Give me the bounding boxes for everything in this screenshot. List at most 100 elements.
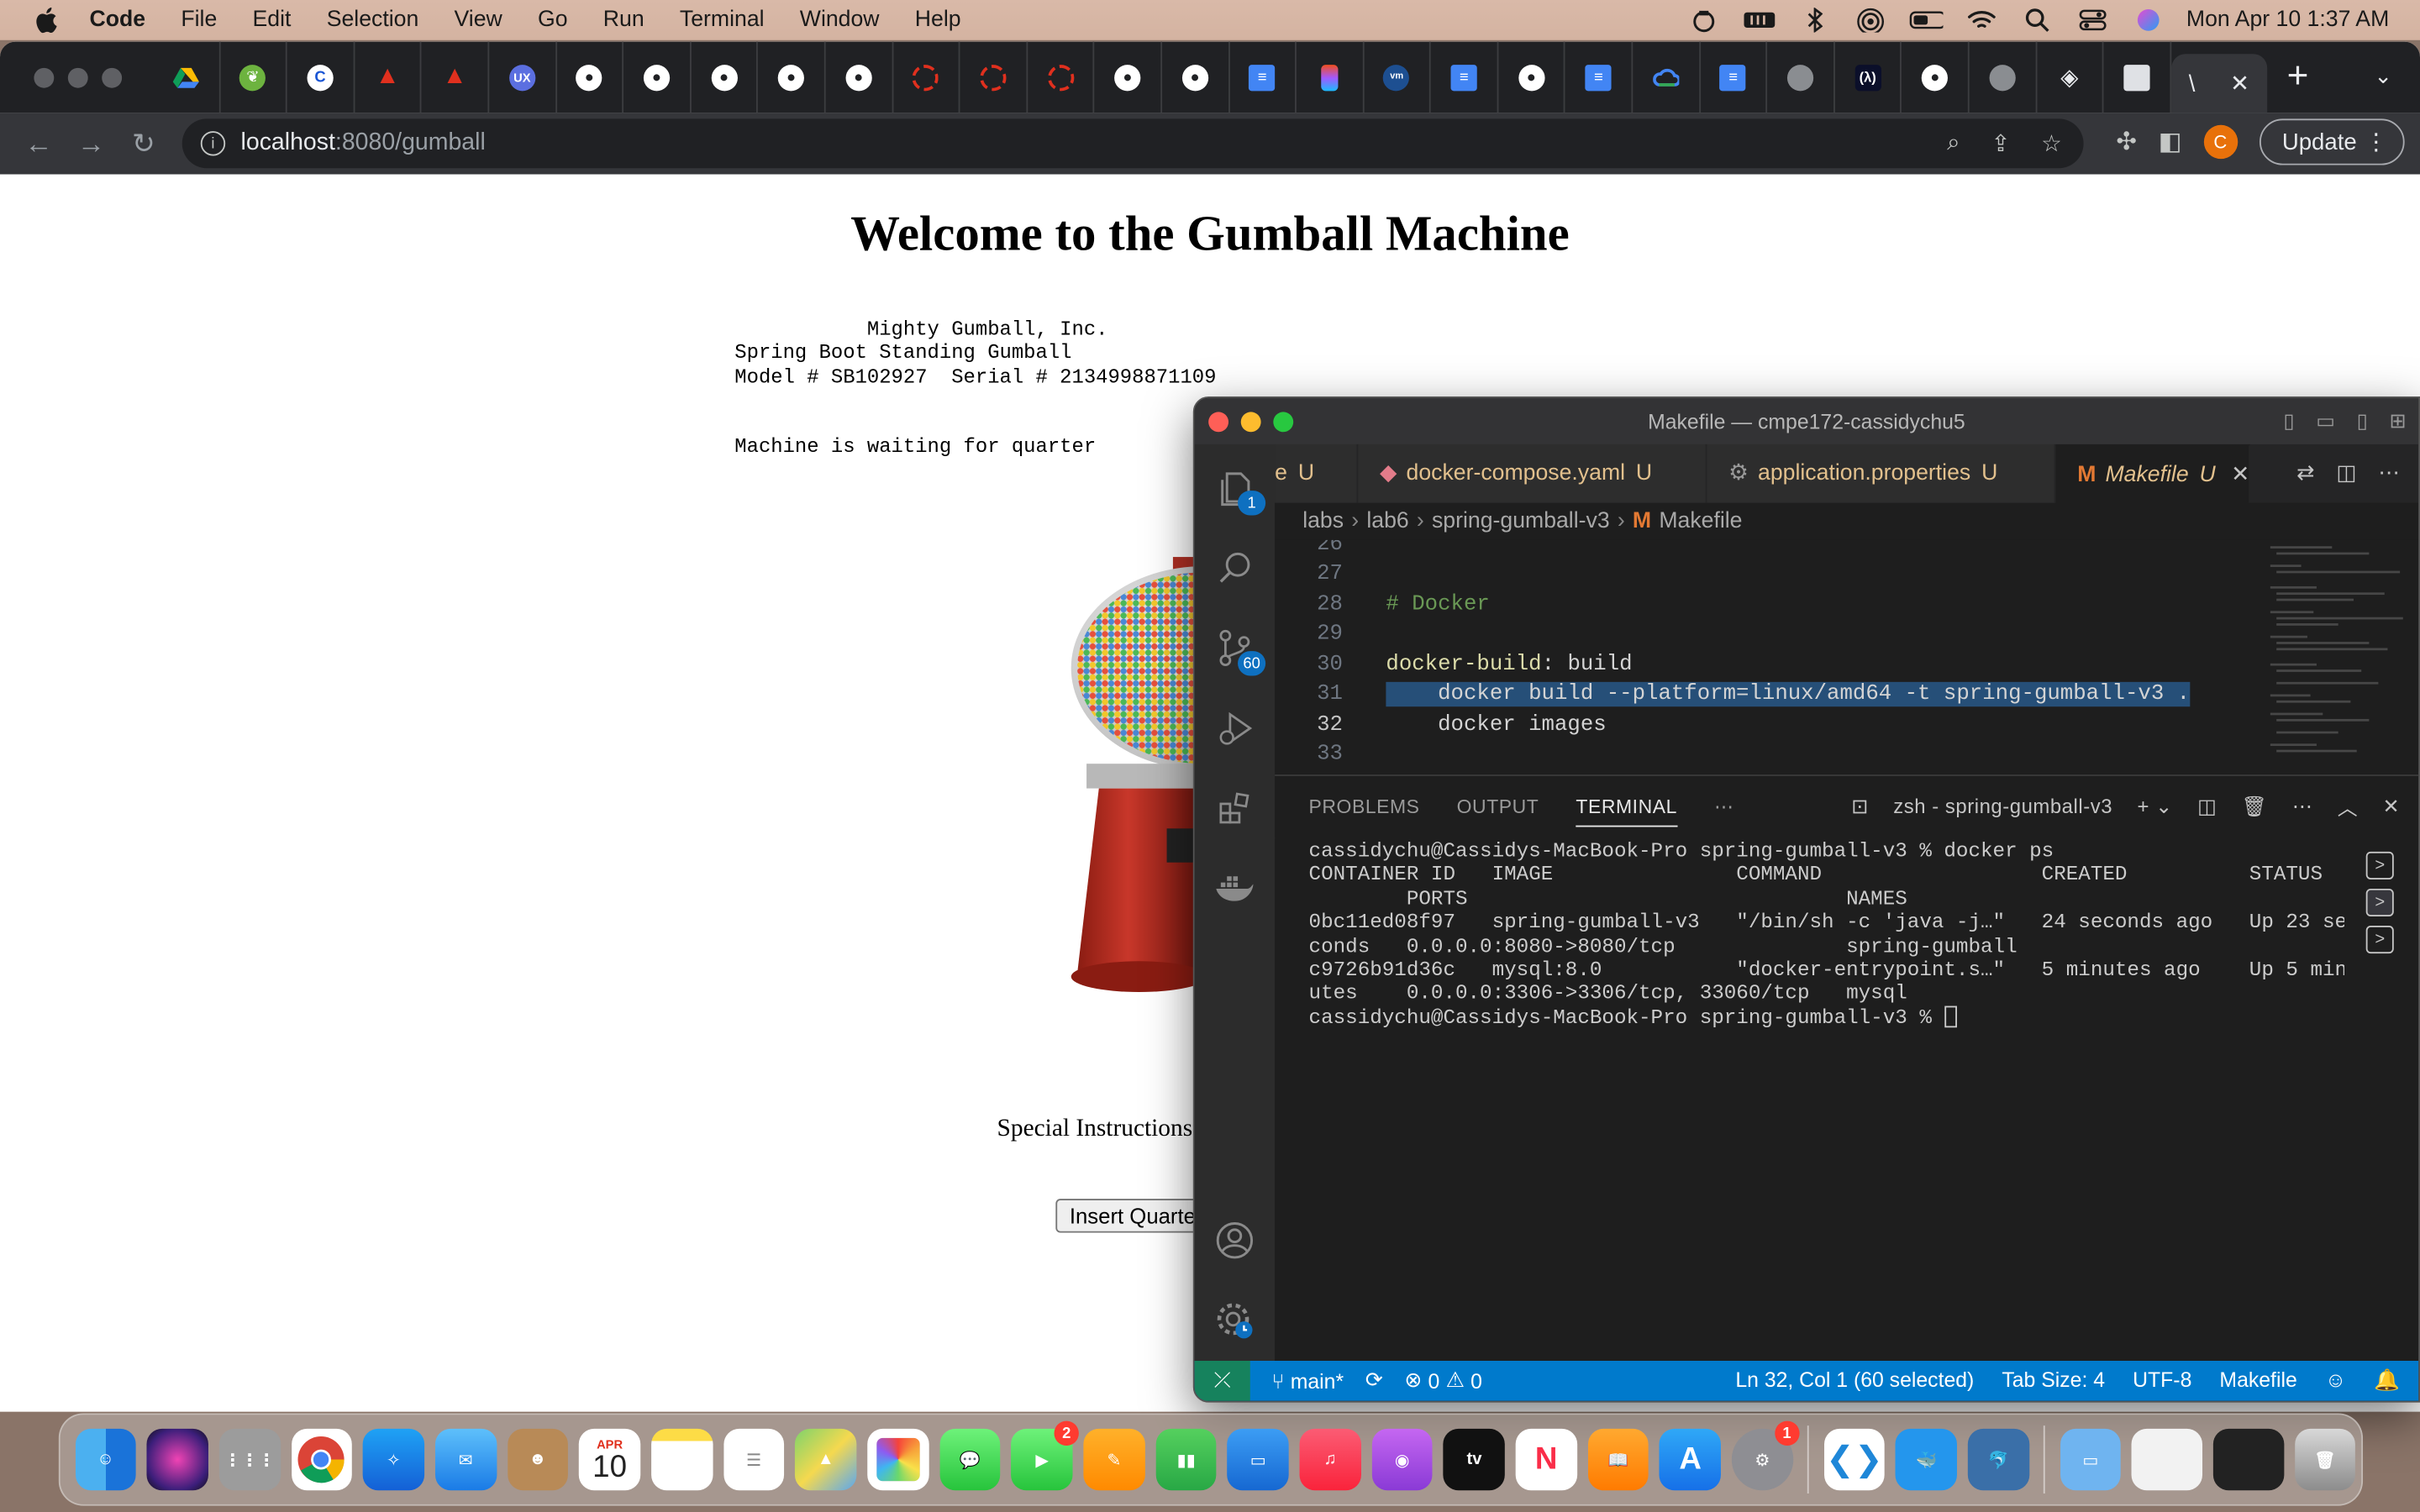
terminal-name[interactable]: zsh - spring-gumball-v3 — [1893, 795, 2112, 818]
tab-docs-2[interactable]: ≡ — [1431, 41, 1499, 113]
tab-github-4[interactable]: ● — [758, 41, 826, 113]
tab-asterisk-1[interactable] — [893, 41, 960, 113]
side-panel-icon[interactable]: ◧ — [2159, 127, 2182, 158]
cursor-position[interactable]: Ln 32, Col 1 (60 selected) — [1735, 1368, 1974, 1393]
extensions-icon[interactable] — [1213, 787, 1256, 830]
tab-github-6[interactable]: ● — [1095, 41, 1162, 113]
menu-edit[interactable]: Edit — [253, 8, 292, 32]
tab-ux[interactable]: UX — [489, 41, 557, 113]
menu-go[interactable]: Go — [538, 8, 568, 32]
pages-icon[interactable]: ✎ — [1083, 1428, 1145, 1491]
tab-globe-1[interactable] — [1768, 41, 1835, 113]
split-terminal-icon[interactable]: ◫ — [2197, 794, 2217, 818]
menubar-clock[interactable]: Mon Apr 10 1:37 AM — [2186, 8, 2389, 32]
zoom-window-button[interactable] — [102, 66, 123, 87]
tab-application-properties[interactable]: ⚙ application.properties U — [1707, 444, 2056, 503]
tab-spring[interactable]: ❦ — [220, 41, 287, 113]
minimap[interactable] — [2264, 539, 2419, 772]
keynote-icon[interactable]: ▭ — [1227, 1428, 1289, 1491]
tab-close-icon[interactable]: ✕ — [2231, 462, 2249, 486]
chrome-icon[interactable] — [291, 1428, 353, 1491]
file-encoding[interactable]: UTF-8 — [2133, 1368, 2191, 1393]
breadcrumb-labs[interactable]: labs — [1302, 509, 1344, 533]
tab-gcp[interactable] — [1633, 41, 1701, 113]
kill-terminal-trash-icon[interactable]: 🗑 — [2242, 794, 2268, 818]
notifications-bell-icon[interactable]: 🔔 — [2374, 1368, 2400, 1393]
menu-window[interactable]: Window — [800, 8, 880, 32]
menu-help[interactable]: Help — [915, 8, 961, 32]
tab-docs-1[interactable]: ≡ — [1229, 41, 1297, 113]
notes-icon[interactable] — [650, 1428, 713, 1491]
docker-icon[interactable] — [1213, 867, 1256, 910]
apple-tv-icon[interactable]: tv — [1444, 1428, 1505, 1491]
reminders-icon[interactable]: ☰ — [723, 1428, 785, 1491]
clipboard-status-icon[interactable] — [1686, 8, 1720, 33]
close-panel-icon[interactable]: ✕ — [2383, 794, 2401, 818]
tab-docs-4[interactable]: ≡ — [1700, 41, 1768, 113]
vscode-dock-icon[interactable]: ❮❯ — [1823, 1428, 1886, 1491]
customize-layout-icon[interactable]: ⊞ — [2389, 409, 2406, 433]
minimized-window-icon[interactable] — [2132, 1428, 2203, 1491]
folder-icon[interactable]: ▭ — [2060, 1428, 2122, 1491]
terminal-instance-icon[interactable]: > — [2365, 888, 2394, 917]
mysql-workbench-icon[interactable]: 🐬 — [1967, 1428, 2029, 1491]
tab-globe-2[interactable] — [1970, 41, 2037, 113]
tab-output[interactable]: OUTPUT — [1457, 795, 1539, 817]
system-settings-icon[interactable]: ⚙ 1 — [1731, 1420, 1800, 1491]
source-control-icon[interactable]: 60 — [1213, 627, 1266, 676]
news-icon[interactable]: N — [1515, 1428, 1577, 1491]
address-bar[interactable]: i localhost:8080/gumball ⌕ ⇪ ☆ — [182, 118, 2084, 169]
messages-icon[interactable]: 💬 — [939, 1428, 1001, 1491]
battery-icon[interactable] — [1908, 8, 1943, 32]
menu-terminal[interactable]: Terminal — [680, 8, 765, 32]
tab-docker-compose[interactable]: ◆ docker-compose.yaml U — [1358, 444, 1707, 503]
menu-run[interactable]: Run — [603, 8, 644, 32]
explorer-files-icon[interactable]: 1 — [1213, 466, 1266, 516]
tab-layers[interactable]: ◈ — [2037, 41, 2104, 113]
sync-icon[interactable]: ⟳ — [1365, 1368, 1383, 1393]
panel-more-icon[interactable]: ⋯ — [1714, 795, 1734, 818]
toggle-secondary-sidebar-icon[interactable]: ▯ — [2357, 409, 2368, 433]
forward-arrow-icon[interactable]: → — [65, 120, 117, 166]
bookmark-star-icon[interactable]: ☆ — [2041, 129, 2062, 157]
more-vert-icon[interactable]: ⋮ — [2365, 128, 2388, 155]
open-changes-icon[interactable]: ⇄ — [2296, 459, 2315, 486]
tab-size[interactable]: Tab Size: 4 — [2002, 1368, 2105, 1393]
tab-grid[interactable] — [2104, 41, 2171, 113]
tab-canvas-c[interactable]: C — [287, 41, 355, 113]
update-button[interactable]: Update ⋮ — [2259, 118, 2405, 165]
music-icon[interactable]: ♫ — [1299, 1428, 1361, 1491]
bluetooth-icon[interactable] — [1797, 8, 1831, 33]
vscode-close-button[interactable] — [1208, 411, 1229, 432]
code-editor[interactable]: 26 27 28 # Docker 29 30 docker-build: buil… — [1275, 539, 2419, 772]
menu-app-name[interactable]: Code — [90, 8, 146, 32]
app-store-icon[interactable]: A — [1660, 1428, 1722, 1491]
trash-icon[interactable]: 🗑 — [2294, 1428, 2356, 1491]
books-icon[interactable]: 📖 — [1587, 1428, 1649, 1491]
extensions-puzzle-icon[interactable]: ✣ — [2116, 127, 2137, 158]
tab-truncated-file[interactable]: eU — [1275, 444, 1359, 503]
toggle-sidebar-icon[interactable]: ▯ — [2283, 409, 2294, 433]
new-terminal-plus-icon[interactable]: + ⌄ — [2137, 794, 2172, 818]
panel-more-actions-icon[interactable]: ⋯ — [2292, 794, 2312, 818]
contacts-icon[interactable]: ☻ — [507, 1428, 569, 1491]
more-actions-icon[interactable]: ⋯ — [2378, 459, 2400, 486]
tab-github-7[interactable]: ● — [1162, 41, 1229, 113]
finder-icon[interactable]: ☺ — [75, 1428, 136, 1491]
apple-menu-icon[interactable] — [31, 6, 62, 34]
safari-icon[interactable]: ✧ — [362, 1428, 424, 1491]
zoom-icon[interactable]: ⌕ — [1947, 129, 1960, 157]
wifi-icon[interactable] — [1964, 8, 1997, 32]
tab-asterisk-2[interactable] — [960, 41, 1028, 113]
share-icon[interactable]: ⇪ — [1991, 129, 2010, 157]
split-editor-icon[interactable]: ◫ — [2336, 459, 2356, 486]
language-mode[interactable]: Makefile — [2219, 1368, 2296, 1393]
tab-lambda[interactable]: (λ) — [1835, 41, 1902, 113]
back-arrow-icon[interactable]: ← — [13, 120, 65, 166]
maps-icon[interactable]: ▲ — [795, 1428, 857, 1491]
numbers-icon[interactable]: ▮▮ — [1155, 1428, 1218, 1491]
facetime-icon[interactable]: ▶ 2 — [1011, 1420, 1079, 1491]
breadcrumb-lab6[interactable]: lab6 — [1366, 509, 1408, 533]
maximize-panel-chevron-icon[interactable]: ︿ — [2338, 791, 2358, 821]
minimized-window-icon[interactable] — [2212, 1428, 2284, 1491]
